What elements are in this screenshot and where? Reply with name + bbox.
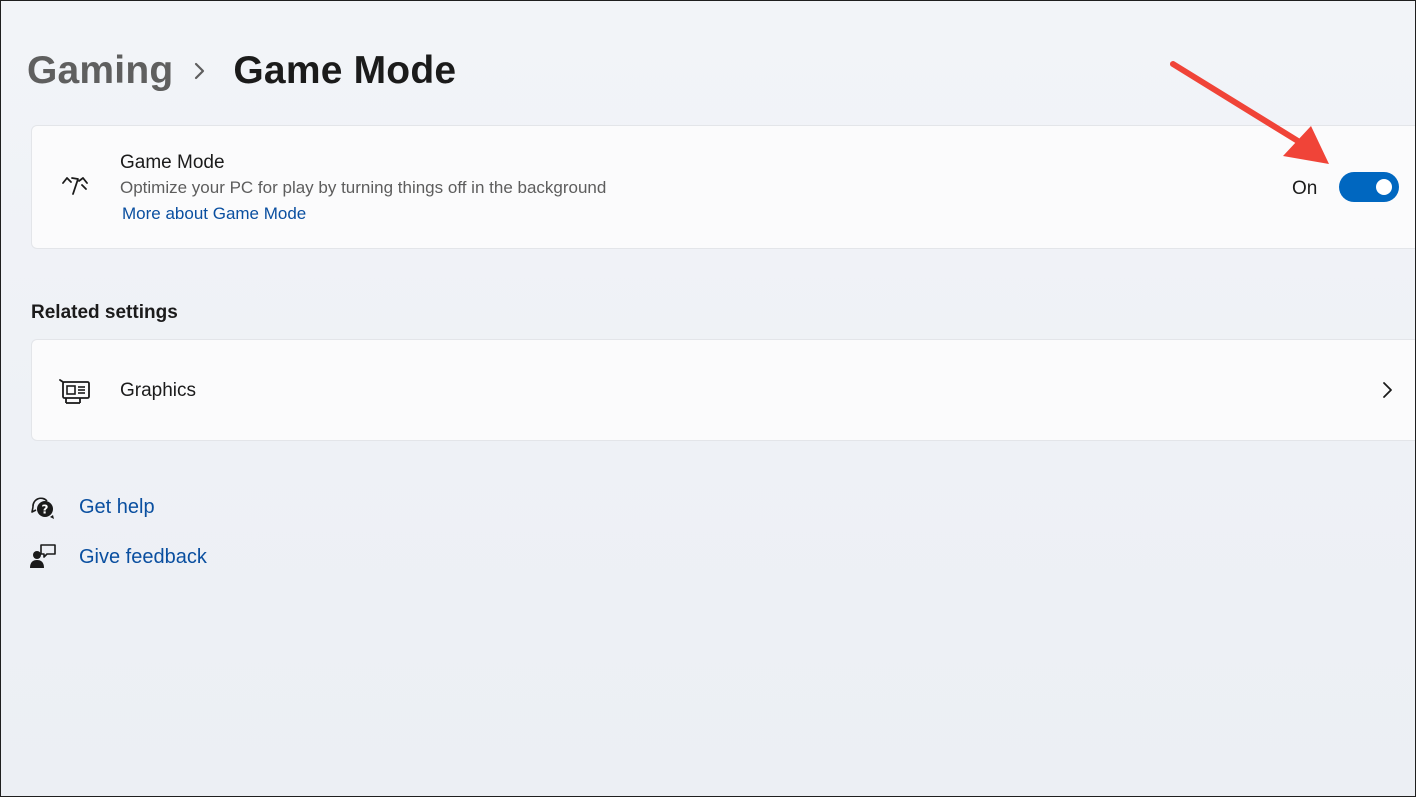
more-about-game-mode-link[interactable]: More about Game Mode <box>122 204 306 224</box>
breadcrumb-gaming[interactable]: Gaming <box>27 49 173 93</box>
game-mode-toggle[interactable] <box>1339 172 1399 202</box>
game-mode-toggle-state: On <box>1292 178 1318 199</box>
get-help-link[interactable]: ? Get help <box>29 492 155 522</box>
graphics-settings-row[interactable]: Graphics <box>31 339 1415 441</box>
graphics-card-icon <box>58 373 94 409</box>
svg-text:?: ? <box>42 503 49 517</box>
page-title: Game Mode <box>233 49 457 92</box>
get-help-icon: ? <box>29 493 57 521</box>
breadcrumb: Gaming Game Mode <box>27 43 456 99</box>
game-mode-title: Game Mode <box>120 152 225 173</box>
related-settings-heading: Related settings <box>31 302 178 323</box>
give-feedback-label[interactable]: Give feedback <box>79 546 207 569</box>
graphics-label: Graphics <box>120 380 197 401</box>
give-feedback-link[interactable]: Give feedback <box>29 542 207 572</box>
get-help-label[interactable]: Get help <box>79 496 155 519</box>
toggle-knob <box>1376 179 1392 195</box>
settings-window: Gaming Game Mode Game Mode Optimize your… <box>0 0 1416 797</box>
game-mode-gauge-icon <box>58 168 94 204</box>
game-mode-description: Optimize your PC for play by turning thi… <box>120 178 607 197</box>
breadcrumb-chevron-icon <box>173 43 233 99</box>
game-mode-card: Game Mode Optimize your PC for play by t… <box>31 125 1415 249</box>
give-feedback-icon <box>29 543 57 571</box>
chevron-right-icon <box>1381 380 1395 400</box>
